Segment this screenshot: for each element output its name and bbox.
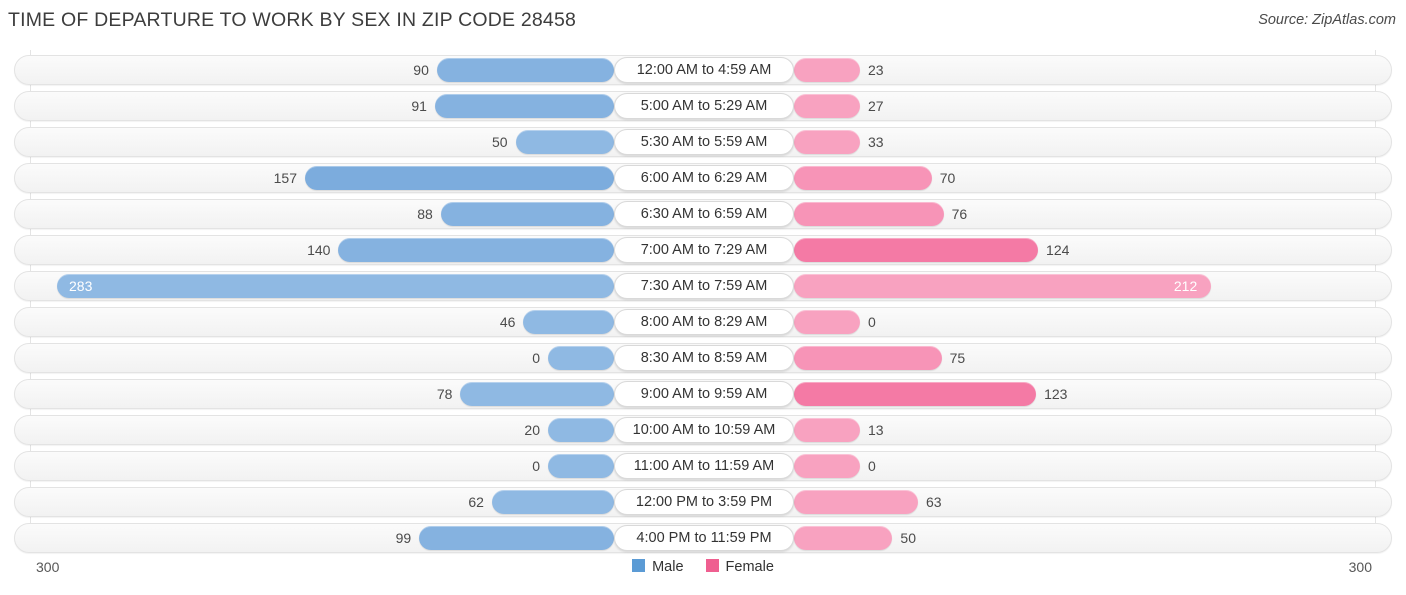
category-label: 8:00 AM to 8:29 AM bbox=[614, 309, 794, 335]
category-label: 12:00 PM to 3:59 PM bbox=[614, 489, 794, 515]
category-label: 7:30 AM to 7:59 AM bbox=[614, 273, 794, 299]
category-label: 5:30 AM to 5:59 AM bbox=[614, 129, 794, 155]
bar-female[interactable] bbox=[794, 310, 860, 334]
bar-value-male: 140 bbox=[307, 242, 331, 258]
bar-value-female: 33 bbox=[868, 134, 884, 150]
bar-female[interactable] bbox=[794, 382, 1037, 406]
chart-footer: 300 300 Male Female bbox=[0, 556, 1406, 588]
bar-value-male: 62 bbox=[468, 494, 484, 510]
bar-female[interactable] bbox=[794, 490, 918, 514]
bar-male[interactable] bbox=[304, 166, 614, 190]
bar-value-male: 50 bbox=[492, 134, 508, 150]
bar-male[interactable] bbox=[419, 526, 614, 550]
bar-female[interactable] bbox=[794, 58, 860, 82]
bar-male[interactable] bbox=[515, 130, 614, 154]
category-label: 7:00 AM to 7:29 AM bbox=[614, 237, 794, 263]
bar-female[interactable] bbox=[794, 202, 944, 226]
chart-header: TIME OF DEPARTURE TO WORK BY SEX IN ZIP … bbox=[0, 0, 1406, 44]
bar-value-male: 91 bbox=[411, 98, 427, 114]
bar-male[interactable] bbox=[548, 418, 614, 442]
bar-male[interactable] bbox=[548, 346, 614, 370]
bar-female[interactable] bbox=[794, 526, 893, 550]
bar-value-female: 0 bbox=[868, 314, 876, 330]
bar-value-male: 88 bbox=[417, 206, 433, 222]
legend-swatch-female bbox=[705, 559, 719, 572]
category-label: 6:00 AM to 6:29 AM bbox=[614, 165, 794, 191]
bar-male[interactable] bbox=[460, 382, 614, 406]
bar-value-male: 46 bbox=[499, 314, 516, 330]
bar-value-male: 283 bbox=[69, 278, 93, 294]
bar-value-male: 99 bbox=[395, 530, 412, 546]
category-label: 8:30 AM to 8:59 AM bbox=[614, 345, 794, 371]
bar-female[interactable] bbox=[794, 346, 942, 370]
bar-value-female: 70 bbox=[939, 170, 956, 186]
bar-value-female: 76 bbox=[951, 206, 968, 222]
bar-value-female: 75 bbox=[949, 350, 966, 366]
category-label: 12:00 AM to 4:59 AM bbox=[614, 57, 794, 83]
legend-item-female[interactable]: Female bbox=[705, 559, 774, 575]
category-label: 9:00 AM to 9:59 AM bbox=[614, 381, 794, 407]
category-label: 10:00 AM to 10:59 AM bbox=[614, 417, 794, 443]
bar-value-female: 27 bbox=[868, 98, 884, 114]
bar-female[interactable] bbox=[794, 418, 860, 442]
category-label: 6:30 AM to 6:59 AM bbox=[614, 201, 794, 227]
bar-female[interactable] bbox=[794, 130, 860, 154]
bar-value-male: 20 bbox=[524, 422, 540, 438]
category-label: 5:00 AM to 5:29 AM bbox=[614, 93, 794, 119]
bar-value-female: 124 bbox=[1046, 242, 1070, 258]
page-title: TIME OF DEPARTURE TO WORK BY SEX IN ZIP … bbox=[8, 9, 577, 31]
bar-male[interactable] bbox=[434, 94, 614, 118]
bar-value-female: 50 bbox=[900, 530, 916, 546]
bar-male[interactable] bbox=[523, 310, 614, 334]
bar-female[interactable] bbox=[794, 238, 1039, 262]
bar-male[interactable] bbox=[440, 202, 614, 226]
bar-value-male: 157 bbox=[273, 170, 297, 186]
bar-value-female: 0 bbox=[868, 458, 876, 474]
legend-swatch-male bbox=[632, 559, 646, 572]
bar-male[interactable] bbox=[338, 238, 614, 262]
bar-value-female: 13 bbox=[868, 422, 884, 438]
source-attribution: Source: ZipAtlas.com bbox=[1258, 12, 1396, 28]
bar-value-female: 23 bbox=[868, 62, 884, 78]
chart-plot-area: 90 23 12:00 AM to 4:59 AM 91 27 5:00 AM to 5:… bbox=[0, 50, 1406, 554]
bar-male[interactable] bbox=[491, 490, 614, 514]
category-label: 11:00 AM to 11:59 AM bbox=[614, 453, 794, 479]
bar-value-male: 78 bbox=[436, 386, 453, 402]
legend-label-female: Female bbox=[725, 559, 774, 575]
legend-item-male[interactable]: Male bbox=[632, 559, 684, 575]
bar-male[interactable] bbox=[57, 274, 614, 298]
bar-female[interactable] bbox=[794, 166, 932, 190]
bar-value-male: 0 bbox=[532, 350, 540, 366]
bar-female[interactable] bbox=[794, 454, 860, 478]
bar-male[interactable] bbox=[436, 58, 614, 82]
bar-value-female: 212 bbox=[1173, 278, 1198, 294]
bar-value-male: 0 bbox=[532, 458, 540, 474]
bar-value-male: 90 bbox=[413, 62, 429, 78]
bar-value-female: 123 bbox=[1044, 386, 1068, 402]
bar-male[interactable] bbox=[548, 454, 614, 478]
bar-female[interactable] bbox=[794, 94, 860, 118]
category-label: 4:00 PM to 11:59 PM bbox=[614, 525, 794, 551]
bar-value-female: 63 bbox=[925, 494, 942, 510]
legend-label-male: Male bbox=[652, 559, 684, 575]
chart-legend: Male Female bbox=[0, 559, 1406, 575]
